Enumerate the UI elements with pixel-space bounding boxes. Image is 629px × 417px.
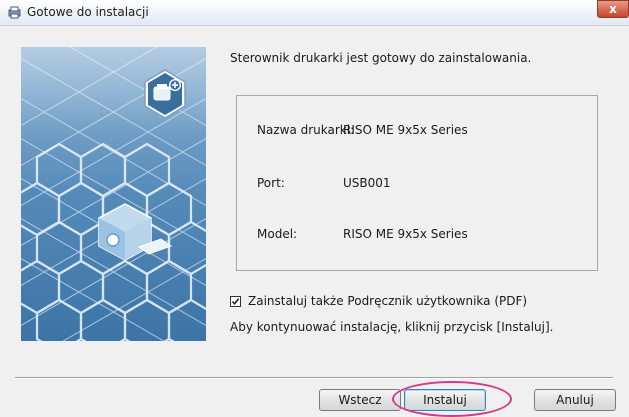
title-bar[interactable]: Gotowe do instalacji x [0, 0, 629, 26]
model-label: Model: [257, 227, 298, 241]
printer-name-value: RISO ME 9x5x Series [343, 123, 468, 137]
side-illustration [21, 47, 206, 341]
footer-separator [15, 377, 613, 379]
port-value: USB001 [343, 176, 391, 190]
checkmark-icon [231, 297, 240, 305]
model-value: RISO ME 9x5x Series [343, 227, 468, 241]
close-button[interactable]: x [597, 0, 629, 18]
intro-text: Sterownik drukarki jest gotowy do zainst… [230, 51, 532, 65]
port-label: Port: [257, 176, 285, 190]
close-icon: x [609, 2, 617, 16]
printer-name-label: Nazwa drukarki: [257, 123, 355, 137]
install-manual-option[interactable]: Zainstaluj także Podręcznik użytkownika … [230, 293, 527, 309]
printer-name-row: Nazwa drukarki: RISO ME 9x5x Series [237, 123, 597, 139]
install-manual-label[interactable]: Zainstaluj także Podręcznik użytkownika … [248, 294, 527, 308]
printer-info-box: Nazwa drukarki: RISO ME 9x5x Series Port… [236, 95, 598, 271]
installer-window: Gotowe do instalacji x Sterownik drukark… [0, 0, 629, 417]
printer-setup-icon [8, 6, 21, 19]
window-title: Gotowe do instalacji [27, 5, 149, 19]
install-manual-checkbox[interactable] [230, 295, 241, 307]
cancel-button[interactable]: Anuluj [534, 389, 616, 411]
install-button[interactable]: Instaluj [404, 389, 486, 411]
continue-hint: Aby kontynuować instalację, kliknij przy… [230, 320, 554, 334]
port-row: Port: USB001 [237, 176, 597, 192]
back-button[interactable]: Wstecz [319, 389, 401, 411]
model-row: Model: RISO ME 9x5x Series [237, 227, 597, 243]
